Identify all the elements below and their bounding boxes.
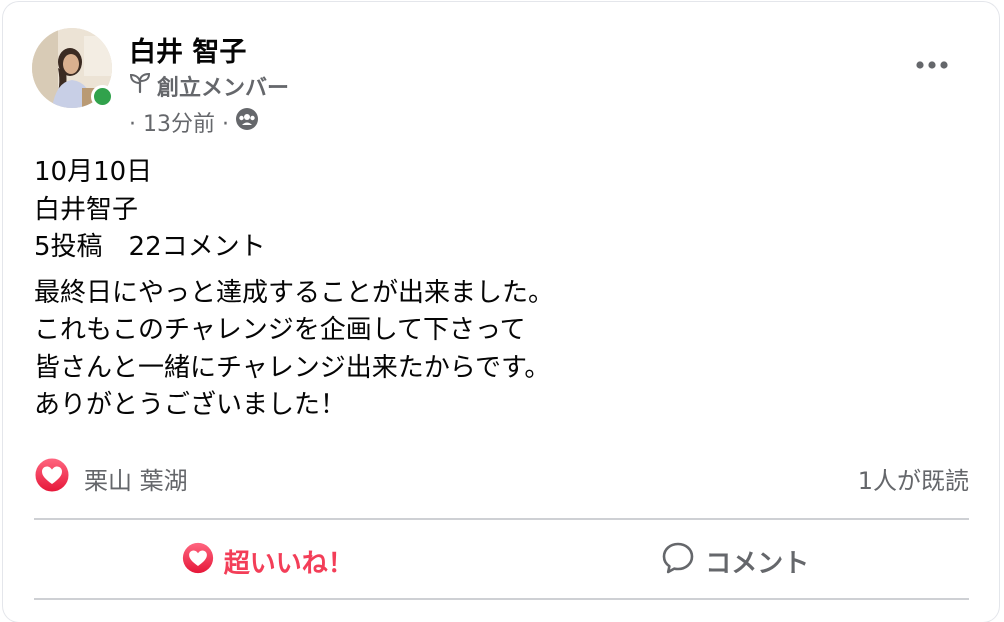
love-reaction-button[interactable]: 超いいね！ <box>34 525 502 597</box>
reaction-summary: 栗山 葉湖 1人が既読 <box>34 457 969 499</box>
speech-bubble-icon <box>661 541 695 582</box>
post-line: 5投稿 22コメント <box>34 232 266 262</box>
post-timestamp[interactable]: · 13分前 · <box>129 106 229 138</box>
post-line: 最終日にやっと達成することが出来ました。 <box>34 277 555 308</box>
post-line: 白井智子 <box>34 194 139 225</box>
seen-count[interactable]: 1人が既読 <box>858 461 969 496</box>
online-status-dot <box>91 85 114 108</box>
comment-label: コメント <box>705 548 810 579</box>
post-text: 10月10日 白井智子 5投稿 22コメント 最終日にやっと達成することが出来ま… <box>34 154 964 425</box>
author-avatar[interactable] <box>32 28 114 108</box>
action-bar: 超いいね！ コメント <box>34 525 969 597</box>
love-reaction-label: 超いいね！ <box>223 548 354 579</box>
post-line: これもこのチャレンジを企画して下さって <box>34 315 526 345</box>
post-card: 白井 智子 創立メンバー · 13分前 · 10月10日 白井智子 5投稿 22… <box>3 2 999 622</box>
post-meta: · 13分前 · <box>129 106 259 138</box>
post-line: ありがとうございました！ <box>34 390 347 420</box>
heart-reaction-icon <box>182 542 214 581</box>
sprout-icon <box>129 72 151 100</box>
group-icon[interactable] <box>235 107 259 137</box>
divider <box>34 598 969 600</box>
heart-reaction-icon <box>34 457 70 499</box>
more-horizontal-icon <box>915 55 949 74</box>
reactor-name: 栗山 葉湖 <box>84 466 188 495</box>
author-name[interactable]: 白井 智子 <box>129 30 246 69</box>
member-badge[interactable]: 創立メンバー <box>129 72 290 101</box>
post-line: 皆さんと一緒にチャレンジ出来たからです。 <box>34 352 551 383</box>
divider <box>34 518 969 520</box>
badge-label: 創立メンバー <box>157 76 290 101</box>
post-line: 10月10日 <box>34 157 153 187</box>
reactor-list[interactable]: 栗山 葉湖 <box>34 457 188 499</box>
more-options-button[interactable] <box>908 48 956 80</box>
comment-button[interactable]: コメント <box>502 525 970 597</box>
